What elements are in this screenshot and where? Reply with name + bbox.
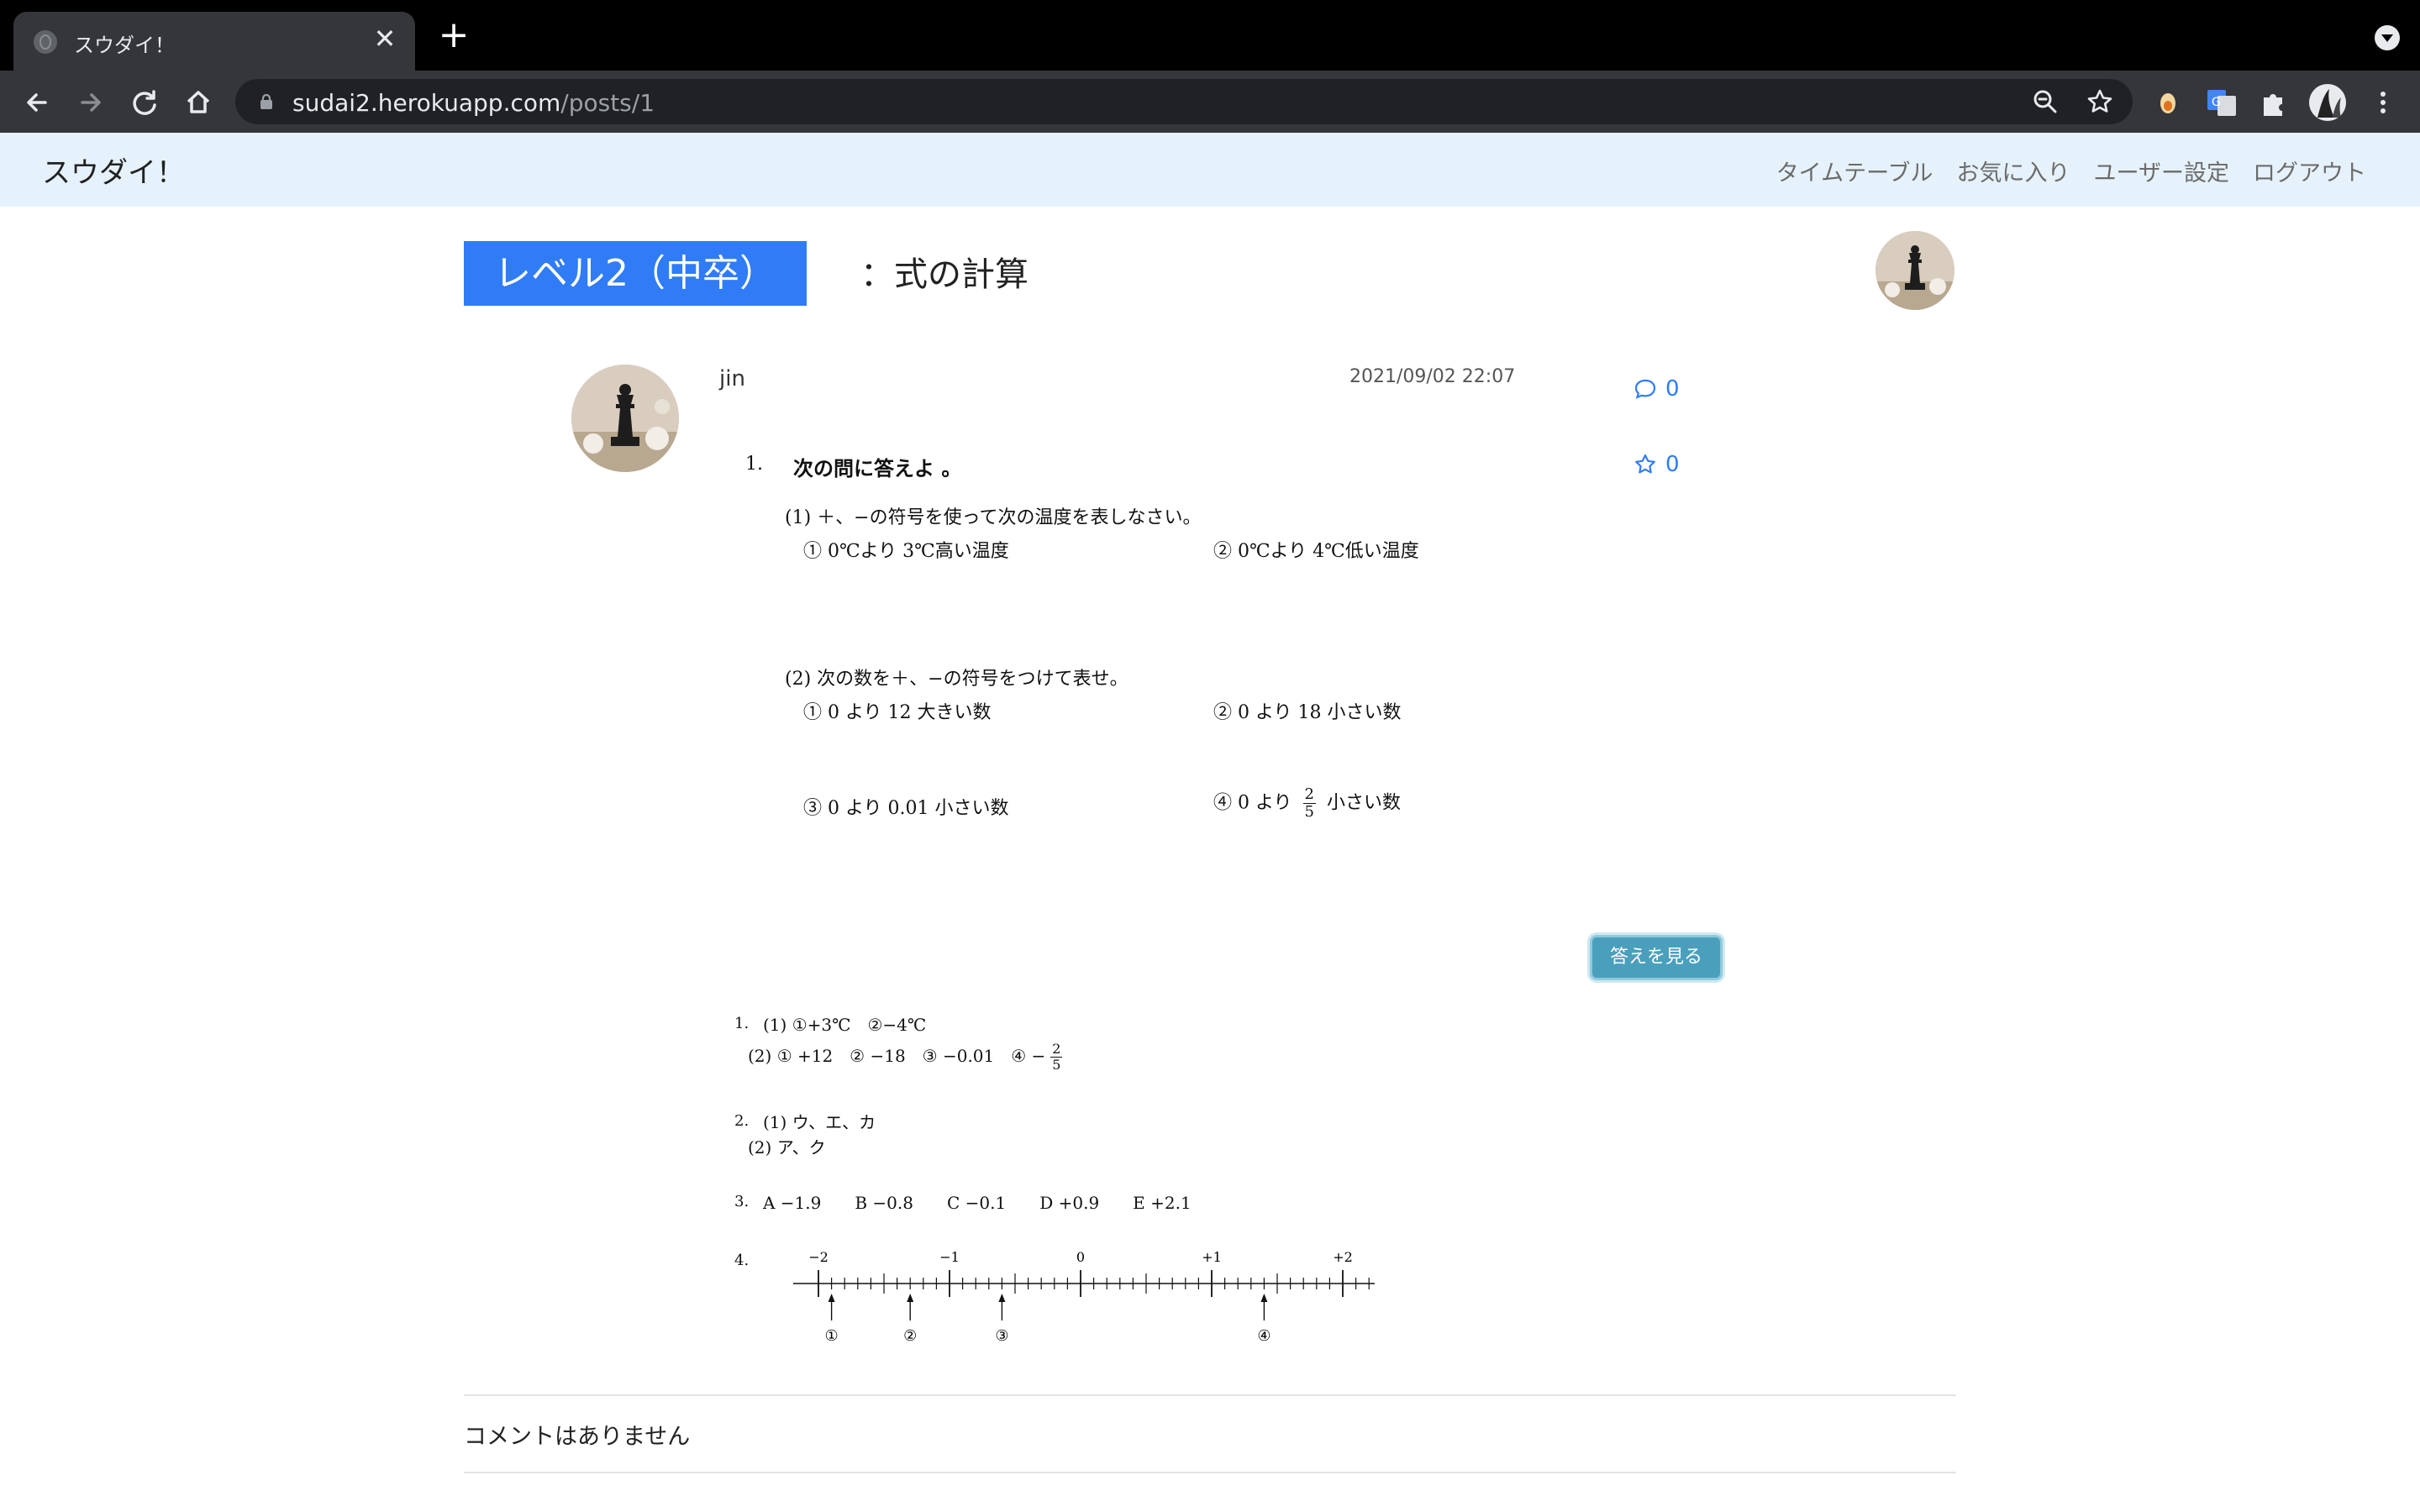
nav-timetable[interactable]: タイムテーブル [1776,155,1933,187]
answer-1-line2-text: (2) ① +12 ② −18 ③ −0.01 ④ − [748,1046,1046,1066]
answer-1-number: 1. [734,1015,750,1032]
answer-1-line2: (2) ① +12 ② −18 ③ −0.01 ④ −2 5 [748,1042,1067,1073]
bookmark-star-icon[interactable] [2084,86,2116,118]
number-line-arrow: ③ [995,1294,1008,1345]
answer-fraction-denominator: 5 [1052,1057,1061,1073]
star-icon [1635,454,1655,474]
answer-3-number: 3. [734,1193,750,1210]
fraction-numerator: 2 [1302,785,1316,804]
profile-avatar-icon[interactable] [2309,84,2346,121]
answer-3-line: A −1.9 B −0.8 C −0.1 D +0.9 E +2.1 [763,1193,1192,1213]
tab-search-icon[interactable] [2375,25,2400,50]
divider-bottom [464,1472,1956,1473]
reload-icon[interactable] [126,84,163,121]
tab-title: スウダイ！ [74,34,175,57]
question-part1-a: ① 0℃より 3℃高い温度 [803,541,1009,562]
number-line-label: 0 [1076,1249,1085,1265]
number-line-arrow: ② [903,1294,917,1345]
show-answer-button[interactable]: 答えを見る [1590,935,1723,980]
home-icon[interactable] [180,84,217,121]
comment-count: 0 [1665,376,1680,402]
browser-menu-icon[interactable] [2368,86,2398,119]
comment-bubble-icon [1634,379,1656,399]
globe-icon [34,30,57,54]
question-part2: (2) 次の数を＋、−の符号をつけて表せ。 [785,669,1128,690]
lock-icon [260,93,272,109]
number-line-arrow: ④ [1257,1294,1270,1345]
fraction-denominator: 5 [1304,803,1314,821]
close-tab-icon[interactable]: ✕ [370,24,400,54]
number-line-label: −2 [808,1249,829,1265]
extensions-puzzle-icon[interactable] [2257,86,2291,119]
zoom-icon[interactable] [2029,86,2061,118]
answer-2-number: 2. [734,1112,750,1130]
number-line-label: +1 [1202,1249,1222,1265]
url-text[interactable]: sudai2.herokuapp.com/posts/1 [292,89,655,117]
site-brand[interactable]: スウダイ！ [42,150,185,191]
question-part2-c: ③ 0 より 0.01 小さい数 [803,798,1009,819]
site-navbar: スウダイ！ タイムテーブル お気に入り ユーザー設定 ログアウト [0,133,2420,207]
forward-icon[interactable] [72,84,109,121]
post-timestamp: 2021/09/02 22:07 [1349,366,1516,387]
question-number: 1. [745,454,763,475]
number-line-arrow-label: ③ [995,1327,1008,1345]
number-line-arrow-label: ① [825,1327,839,1345]
address-bar[interactable]: sudai2.herokuapp.com/posts/1 [235,79,2133,124]
divider-top [464,1394,1956,1396]
url-path: /posts/1 [560,89,655,117]
post-author[interactable]: jin [719,366,745,391]
nav-links: タイムテーブル お気に入り ユーザー設定 ログアウト [1776,155,2366,187]
number-line-arrow: ① [825,1294,839,1345]
answer-4-number: 4. [734,1252,750,1269]
number-line-arrow-label: ② [903,1327,917,1345]
extension-honey-icon[interactable] [2151,86,2185,119]
question-part2-a: ① 0 より 12 大きい数 [803,702,992,723]
answer-fraction-numerator: 2 [1050,1041,1063,1058]
google-translate-icon[interactable]: G [2205,86,2238,119]
post-topic: ：式の計算 [860,255,1028,294]
favorite-counter[interactable]: 0 [1634,452,1680,477]
answer-2-line1: (1) ウ、エ、カ [763,1112,876,1132]
answer-1-line1: (1) ①+3℃ ②−4℃ [763,1015,927,1035]
question-part2-d: ④ 0 より 25 小さい数 [1213,786,1401,821]
number-line-arrow-label: ④ [1257,1327,1270,1345]
comment-counter[interactable]: 0 [1634,376,1680,402]
browser-tab[interactable]: スウダイ！ ✕ [13,12,415,71]
favorite-count: 0 [1665,452,1680,477]
new-tab-button[interactable]: + [435,17,472,55]
header-avatar[interactable] [1876,231,1954,310]
browser-tabstrip: スウダイ！ ✕ + [0,0,2420,71]
question-part2-b: ② 0 より 18 小さい数 [1213,702,1402,723]
question-heading: 次の問に答えよ 。 [793,457,962,480]
answer-fraction: 25 [1050,1041,1063,1073]
url-host: sudai2.herokuapp.com [292,89,561,117]
no-comments-text: コメントはありません [464,1424,691,1450]
back-icon[interactable] [18,84,55,121]
nav-favorites[interactable]: お気に入り [1957,155,2070,187]
answer-2-line2: (2) ア、ク [748,1137,826,1158]
nav-user-settings[interactable]: ユーザー設定 [2094,155,2229,187]
number-line-label: +2 [1333,1249,1353,1265]
author-avatar[interactable] [571,365,679,472]
nav-logout[interactable]: ログアウト [2253,155,2366,187]
number-line-diagram: −2 −1 0 +1 +2 ① ② ③ ④ [793,1249,1375,1345]
number-line-label: −1 [939,1249,960,1265]
browser-toolbar: sudai2.herokuapp.com/posts/1 G [0,71,2420,133]
question-part1: (1) ＋、−の符号を使って次の温度を表しなさい。 [785,507,1202,528]
part2-d-prefix: ④ 0 より [1213,792,1292,814]
question-part1-b: ② 0℃より 4℃低い温度 [1213,541,1419,562]
level-badge: レベル2（中卒） [464,241,807,306]
svg-text:G: G [2212,96,2221,109]
fraction: 25 [1302,785,1316,821]
part2-d-suffix: 小さい数 [1327,792,1402,814]
